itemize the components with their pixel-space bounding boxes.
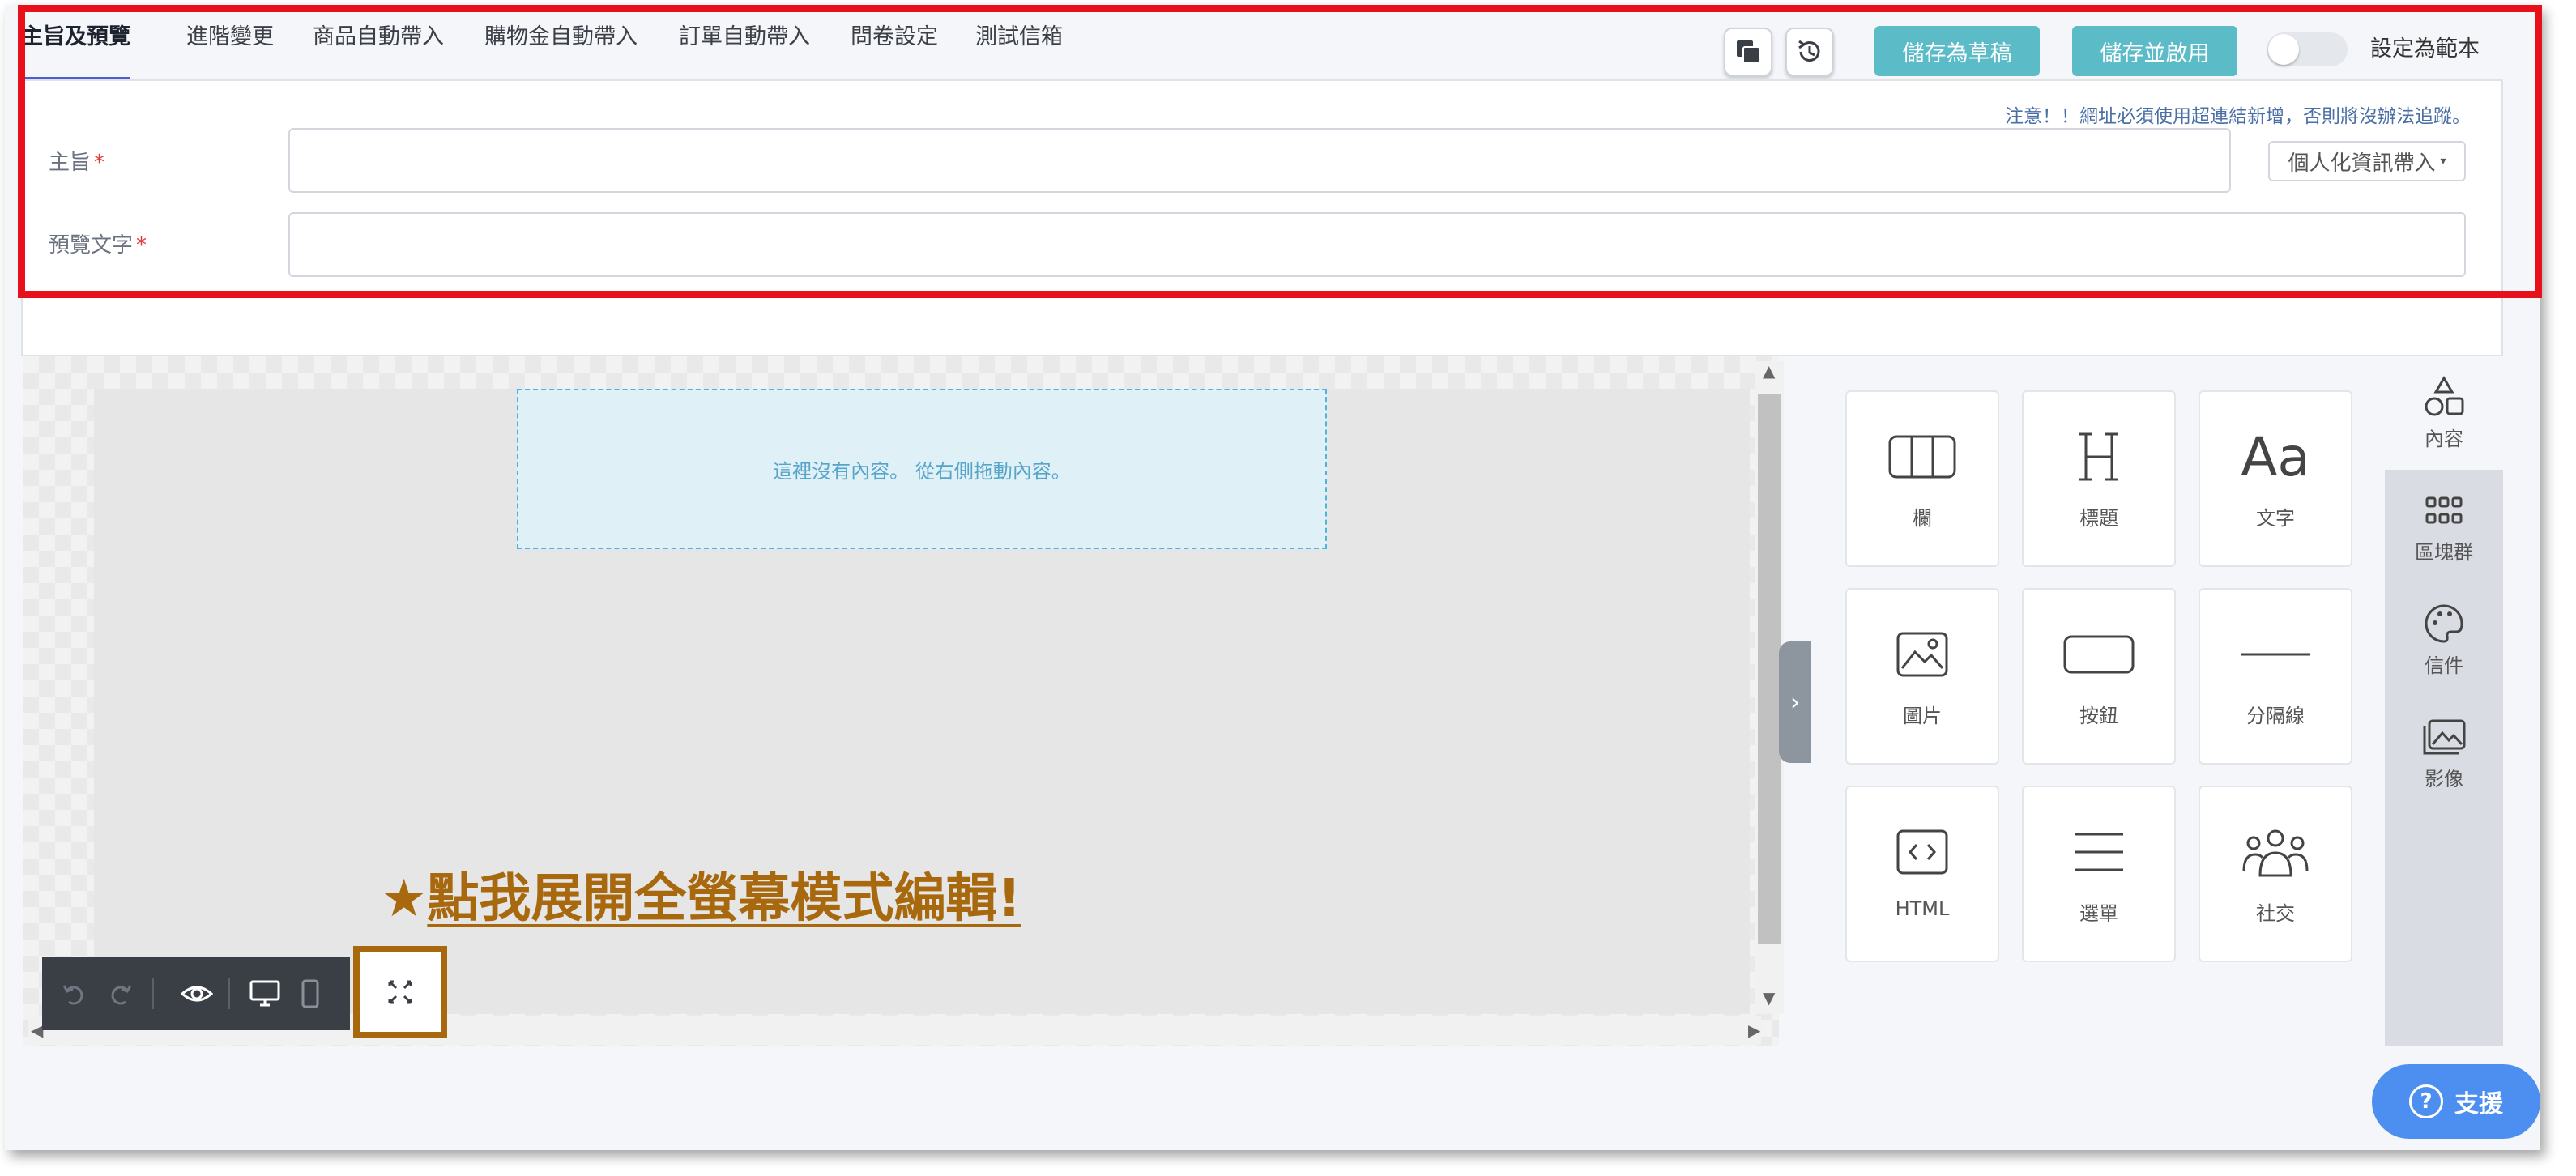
component-social[interactable]: 社交 (2199, 786, 2352, 962)
component-button[interactable]: 按鈕 (2022, 588, 2176, 765)
side-tab-images[interactable]: 影像 (2385, 697, 2503, 810)
scroll-thumb[interactable] (1758, 394, 1781, 944)
component-html[interactable]: HTML (1845, 786, 1999, 962)
button-icon (2024, 622, 2174, 687)
side-tab-content[interactable]: 內容 (2385, 356, 2503, 470)
template-toggle[interactable] (2267, 32, 2348, 66)
side-tab-label: 內容 (2425, 428, 2463, 450)
text-icon: Aa (2241, 425, 2310, 488)
fullscreen-callout: ★點我展開全螢幕模式編輯! (381, 857, 1021, 931)
component-columns[interactable]: 欄 (1845, 390, 1999, 567)
tab-credit-auto[interactable]: 購物金自動帶入 (484, 11, 638, 79)
desktop-icon[interactable] (245, 974, 285, 1014)
personalize-dropdown[interactable]: 個人化資訊帶入 ▾ (2268, 141, 2466, 181)
tab-advanced-changes[interactable]: 進階變更 (186, 11, 274, 79)
preview-label-text: 預覽文字 (49, 233, 134, 258)
callout-star: ★ (381, 869, 428, 929)
component-image[interactable]: 圖片 (1845, 588, 1999, 765)
component-heading[interactable]: 標題 (2022, 390, 2176, 567)
canvas-toolbar (42, 957, 350, 1030)
chevron-right-icon: › (1790, 688, 1800, 717)
side-tab-label: 區塊群 (2415, 541, 2473, 564)
component-label: 分隔線 (2246, 705, 2305, 727)
mobile-icon[interactable] (290, 974, 331, 1014)
html-icon (1847, 820, 1998, 884)
component-panel: 欄 標題 Aa 文字 圖片 按鈕 分隔線 HTML 選單 社交 (1811, 356, 2385, 1046)
required-mark: * (94, 151, 105, 175)
preview-eye-icon[interactable] (177, 974, 217, 1014)
heading-icon (2024, 424, 2174, 489)
caret-down-icon: ▾ (2440, 155, 2446, 168)
copy-icon (1737, 40, 1760, 64)
tab-test-mailbox[interactable]: 測試信箱 (975, 11, 1063, 79)
empty-dropzone[interactable]: 這裡沒有內容。 從右側拖動內容。 (517, 389, 1327, 549)
side-tab-blocks[interactable]: 區塊群 (2385, 470, 2503, 583)
component-label: 社交 (2256, 902, 2295, 925)
panel-collapse-tab[interactable]: › (1779, 641, 1811, 763)
blocks-icon (2385, 488, 2503, 533)
side-tab-mail[interactable]: 信件 (2385, 583, 2503, 697)
undo-icon[interactable] (53, 974, 94, 1014)
images-icon (2385, 714, 2503, 760)
side-tab-label: 影像 (2425, 768, 2463, 790)
palette-icon (2385, 601, 2503, 646)
image-icon (1847, 622, 1998, 687)
tab-product-auto[interactable]: 商品自動帶入 (313, 11, 444, 79)
divider-icon (2200, 622, 2351, 687)
subject-label-text: 主旨 (49, 151, 92, 175)
component-label: HTML (1895, 897, 1950, 920)
scroll-down-icon[interactable]: ▼ (1763, 988, 1775, 1008)
support-button[interactable]: ? 支援 (2372, 1064, 2540, 1139)
toolbar-divider (152, 978, 154, 1009)
side-tab-label: 信件 (2425, 654, 2463, 677)
component-label: 圖片 (1903, 705, 1942, 727)
preview-text-input[interactable] (288, 212, 2466, 277)
editor-canvas: 這裡沒有內容。 從右側拖動內容。 (23, 356, 1779, 1046)
subject-label: 主旨 * (49, 146, 104, 176)
personalize-label: 個人化資訊帶入 (2288, 151, 2436, 176)
component-divider[interactable]: 分隔線 (2199, 588, 2352, 765)
subject-input[interactable] (288, 128, 2231, 193)
preview-text-label: 預覽文字 * (49, 228, 147, 258)
save-draft-button[interactable]: 儲存為草稿 (1874, 26, 2040, 76)
toolbar-divider (228, 978, 230, 1009)
component-label: 欄 (1913, 507, 1932, 530)
component-label: 標題 (2079, 507, 2118, 530)
social-icon (2200, 820, 2351, 884)
shapes-icon (2385, 374, 2503, 420)
component-text[interactable]: Aa 文字 (2199, 390, 2352, 567)
copy-button[interactable] (1724, 28, 1772, 76)
component-label: 按鈕 (2079, 705, 2118, 727)
required-mark: * (136, 233, 147, 258)
columns-icon (1847, 424, 1998, 489)
history-icon (1798, 40, 1820, 62)
template-toggle-label: 設定為範本 (2370, 36, 2480, 62)
question-icon: ? (2409, 1084, 2443, 1118)
history-button[interactable] (1785, 28, 1834, 76)
fullscreen-expand-icon (388, 980, 412, 1004)
component-label: 文字 (2256, 507, 2295, 530)
top-tab-bar: 主旨及預覽 進階變更 商品自動帶入 購物金自動帶入 訂單自動帶入 問卷設定 測試… (21, 11, 2532, 79)
toggle-knob (2268, 34, 2299, 65)
scroll-up-icon[interactable]: ▲ (1763, 361, 1775, 381)
save-enable-button[interactable]: 儲存並啟用 (2072, 26, 2237, 76)
subject-form-panel: 注意！！網址必須使用超連結新增，否則將沒辦法追蹤。 主旨 * 個人化資訊帶入 ▾ … (21, 79, 2503, 356)
side-tab-bar: 內容 區塊群 信件 影像 (2385, 356, 2503, 1046)
redo-icon[interactable] (100, 974, 141, 1014)
scroll-right-icon[interactable]: ▶ (1748, 1020, 1760, 1040)
support-label: 支援 (2454, 1090, 2503, 1118)
tracking-notice: 注意！！網址必須使用超連結新增，否則將沒辦法追蹤。 (2005, 106, 2471, 127)
component-menu[interactable]: 選單 (2022, 786, 2176, 962)
tab-order-auto[interactable]: 訂單自動帶入 (679, 11, 810, 79)
tab-subject-preview[interactable]: 主旨及預覽 (21, 11, 130, 79)
component-label: 選單 (2079, 902, 2118, 925)
fullscreen-button[interactable] (353, 946, 447, 1038)
tab-survey[interactable]: 問卷設定 (851, 11, 938, 79)
menu-icon (2024, 820, 2174, 884)
app-root: 主旨及預覽 進階變更 商品自動帶入 購物金自動帶入 訂單自動帶入 問卷設定 測試… (0, 0, 2576, 1176)
callout-text: 點我展開全螢幕模式編輯! (427, 869, 1021, 929)
